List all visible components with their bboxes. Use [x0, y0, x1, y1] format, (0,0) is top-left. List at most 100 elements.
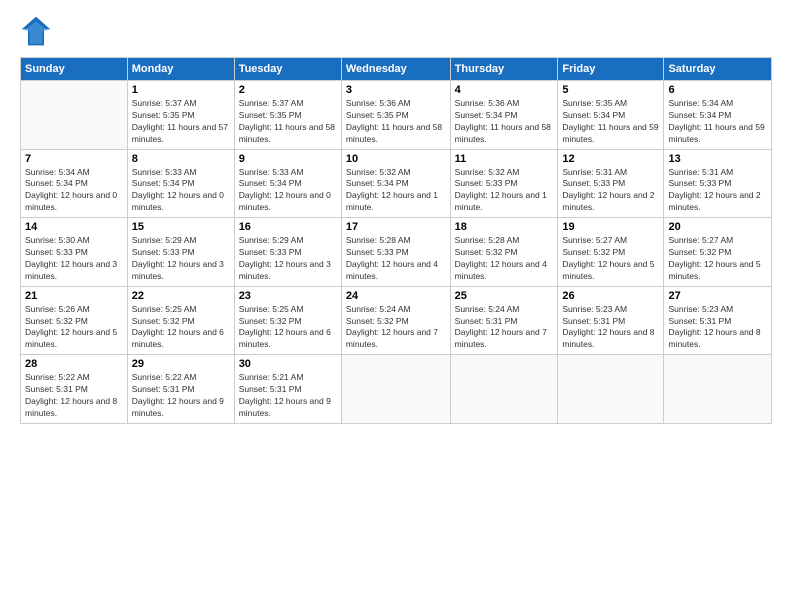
- calendar-cell: [450, 355, 558, 424]
- day-number: 18: [455, 221, 554, 233]
- calendar-cell: 17 Sunrise: 5:28 AMSunset: 5:33 PMDayligh…: [341, 218, 450, 287]
- header: [20, 15, 772, 47]
- day-info: Sunrise: 5:29 AMSunset: 5:33 PMDaylight:…: [132, 235, 230, 283]
- calendar-cell: 5 Sunrise: 5:35 AMSunset: 5:34 PMDaylight…: [558, 81, 664, 150]
- day-number: 14: [25, 221, 123, 233]
- calendar-cell: 27 Sunrise: 5:23 AMSunset: 5:31 PMDayligh…: [664, 286, 772, 355]
- calendar-cell: 8 Sunrise: 5:33 AMSunset: 5:34 PMDaylight…: [127, 149, 234, 218]
- calendar-cell: 4 Sunrise: 5:36 AMSunset: 5:34 PMDaylight…: [450, 81, 558, 150]
- day-number: 17: [346, 221, 446, 233]
- day-number: 3: [346, 84, 446, 96]
- day-info: Sunrise: 5:31 AMSunset: 5:33 PMDaylight:…: [562, 167, 659, 215]
- day-info: Sunrise: 5:22 AMSunset: 5:31 PMDaylight:…: [132, 372, 230, 420]
- day-info: Sunrise: 5:34 AMSunset: 5:34 PMDaylight:…: [25, 167, 123, 215]
- day-number: 5: [562, 84, 659, 96]
- day-info: Sunrise: 5:27 AMSunset: 5:32 PMDaylight:…: [668, 235, 767, 283]
- calendar-cell: 23Sunrise: 5:25 AMSunset: 5:32 PMDayligh…: [234, 286, 341, 355]
- day-number: 15: [132, 221, 230, 233]
- calendar-week-1: 1 Sunrise: 5:37 AMSunset: 5:35 PMDaylight…: [21, 81, 772, 150]
- calendar-cell: [21, 81, 128, 150]
- calendar-week-5: 28Sunrise: 5:22 AMSunset: 5:31 PMDayligh…: [21, 355, 772, 424]
- calendar-cell: 14Sunrise: 5:30 AMSunset: 5:33 PMDayligh…: [21, 218, 128, 287]
- day-info: Sunrise: 5:23 AMSunset: 5:31 PMDaylight:…: [562, 304, 659, 352]
- day-info: Sunrise: 5:27 AMSunset: 5:32 PMDaylight:…: [562, 235, 659, 283]
- day-number: 16: [239, 221, 337, 233]
- day-info: Sunrise: 5:33 AMSunset: 5:34 PMDaylight:…: [132, 167, 230, 215]
- calendar-cell: 19 Sunrise: 5:27 AMSunset: 5:32 PMDayligh…: [558, 218, 664, 287]
- calendar-cell: 7Sunrise: 5:34 AMSunset: 5:34 PMDaylight…: [21, 149, 128, 218]
- calendar-cell: 6 Sunrise: 5:34 AMSunset: 5:34 PMDaylight…: [664, 81, 772, 150]
- calendar-table: SundayMondayTuesdayWednesdayThursdayFrid…: [20, 57, 772, 424]
- day-info: Sunrise: 5:31 AMSunset: 5:33 PMDaylight:…: [668, 167, 767, 215]
- calendar-header-friday: Friday: [558, 58, 664, 81]
- day-number: 21: [25, 290, 123, 302]
- calendar-cell: 29 Sunrise: 5:22 AMSunset: 5:31 PMDayligh…: [127, 355, 234, 424]
- calendar-cell: 30 Sunrise: 5:21 AMSunset: 5:31 PMDayligh…: [234, 355, 341, 424]
- day-number: 9: [239, 153, 337, 165]
- day-number: 26: [562, 290, 659, 302]
- calendar-cell: 15 Sunrise: 5:29 AMSunset: 5:33 PMDayligh…: [127, 218, 234, 287]
- day-number: 20: [668, 221, 767, 233]
- day-number: 24: [346, 290, 446, 302]
- calendar-header-tuesday: Tuesday: [234, 58, 341, 81]
- calendar-cell: 11 Sunrise: 5:32 AMSunset: 5:33 PMDayligh…: [450, 149, 558, 218]
- calendar-cell: 24 Sunrise: 5:24 AMSunset: 5:32 PMDayligh…: [341, 286, 450, 355]
- calendar-cell: [664, 355, 772, 424]
- calendar-week-3: 14Sunrise: 5:30 AMSunset: 5:33 PMDayligh…: [21, 218, 772, 287]
- day-info: Sunrise: 5:35 AMSunset: 5:34 PMDaylight:…: [562, 98, 659, 146]
- day-number: 4: [455, 84, 554, 96]
- logo: [20, 15, 56, 47]
- day-number: 23: [239, 290, 337, 302]
- day-info: Sunrise: 5:32 AMSunset: 5:33 PMDaylight:…: [455, 167, 554, 215]
- calendar-cell: [341, 355, 450, 424]
- day-info: Sunrise: 5:24 AMSunset: 5:32 PMDaylight:…: [346, 304, 446, 352]
- calendar-cell: 2 Sunrise: 5:37 AMSunset: 5:35 PMDaylight…: [234, 81, 341, 150]
- day-number: 25: [455, 290, 554, 302]
- day-info: Sunrise: 5:32 AMSunset: 5:34 PMDaylight:…: [346, 167, 446, 215]
- day-number: 19: [562, 221, 659, 233]
- calendar-header-wednesday: Wednesday: [341, 58, 450, 81]
- calendar-cell: [558, 355, 664, 424]
- day-number: 6: [668, 84, 767, 96]
- day-number: 13: [668, 153, 767, 165]
- calendar-cell: 13 Sunrise: 5:31 AMSunset: 5:33 PMDayligh…: [664, 149, 772, 218]
- page: SundayMondayTuesdayWednesdayThursdayFrid…: [0, 0, 792, 612]
- day-number: 8: [132, 153, 230, 165]
- day-info: Sunrise: 5:36 AMSunset: 5:34 PMDaylight:…: [455, 98, 554, 146]
- calendar-cell: 22Sunrise: 5:25 AMSunset: 5:32 PMDayligh…: [127, 286, 234, 355]
- day-number: 2: [239, 84, 337, 96]
- day-number: 10: [346, 153, 446, 165]
- day-info: Sunrise: 5:23 AMSunset: 5:31 PMDaylight:…: [668, 304, 767, 352]
- calendar-header-saturday: Saturday: [664, 58, 772, 81]
- day-info: Sunrise: 5:25 AMSunset: 5:32 PMDaylight:…: [132, 304, 230, 352]
- day-info: Sunrise: 5:34 AMSunset: 5:34 PMDaylight:…: [668, 98, 767, 146]
- day-number: 1: [132, 84, 230, 96]
- day-info: Sunrise: 5:33 AMSunset: 5:34 PMDaylight:…: [239, 167, 337, 215]
- calendar-header-sunday: Sunday: [21, 58, 128, 81]
- calendar-cell: 12 Sunrise: 5:31 AMSunset: 5:33 PMDayligh…: [558, 149, 664, 218]
- calendar-header-row: SundayMondayTuesdayWednesdayThursdayFrid…: [21, 58, 772, 81]
- day-number: 29: [132, 358, 230, 370]
- calendar-week-2: 7Sunrise: 5:34 AMSunset: 5:34 PMDaylight…: [21, 149, 772, 218]
- calendar-cell: 21 Sunrise: 5:26 AMSunset: 5:32 PMDayligh…: [21, 286, 128, 355]
- day-number: 27: [668, 290, 767, 302]
- day-number: 12: [562, 153, 659, 165]
- day-info: Sunrise: 5:26 AMSunset: 5:32 PMDaylight:…: [25, 304, 123, 352]
- calendar-cell: 20 Sunrise: 5:27 AMSunset: 5:32 PMDayligh…: [664, 218, 772, 287]
- calendar-cell: 26 Sunrise: 5:23 AMSunset: 5:31 PMDayligh…: [558, 286, 664, 355]
- calendar-cell: 28Sunrise: 5:22 AMSunset: 5:31 PMDayligh…: [21, 355, 128, 424]
- calendar-week-4: 21 Sunrise: 5:26 AMSunset: 5:32 PMDayligh…: [21, 286, 772, 355]
- day-info: Sunrise: 5:22 AMSunset: 5:31 PMDaylight:…: [25, 372, 123, 420]
- day-info: Sunrise: 5:28 AMSunset: 5:33 PMDaylight:…: [346, 235, 446, 283]
- day-info: Sunrise: 5:29 AMSunset: 5:33 PMDaylight:…: [239, 235, 337, 283]
- calendar-cell: 16 Sunrise: 5:29 AMSunset: 5:33 PMDayligh…: [234, 218, 341, 287]
- day-number: 30: [239, 358, 337, 370]
- logo-icon: [20, 15, 52, 47]
- calendar-cell: 25Sunrise: 5:24 AMSunset: 5:31 PMDayligh…: [450, 286, 558, 355]
- calendar-header-thursday: Thursday: [450, 58, 558, 81]
- day-number: 11: [455, 153, 554, 165]
- day-info: Sunrise: 5:37 AMSunset: 5:35 PMDaylight:…: [239, 98, 337, 146]
- day-info: Sunrise: 5:21 AMSunset: 5:31 PMDaylight:…: [239, 372, 337, 420]
- calendar-cell: 1Sunrise: 5:37 AMSunset: 5:35 PMDaylight…: [127, 81, 234, 150]
- day-info: Sunrise: 5:28 AMSunset: 5:32 PMDaylight:…: [455, 235, 554, 283]
